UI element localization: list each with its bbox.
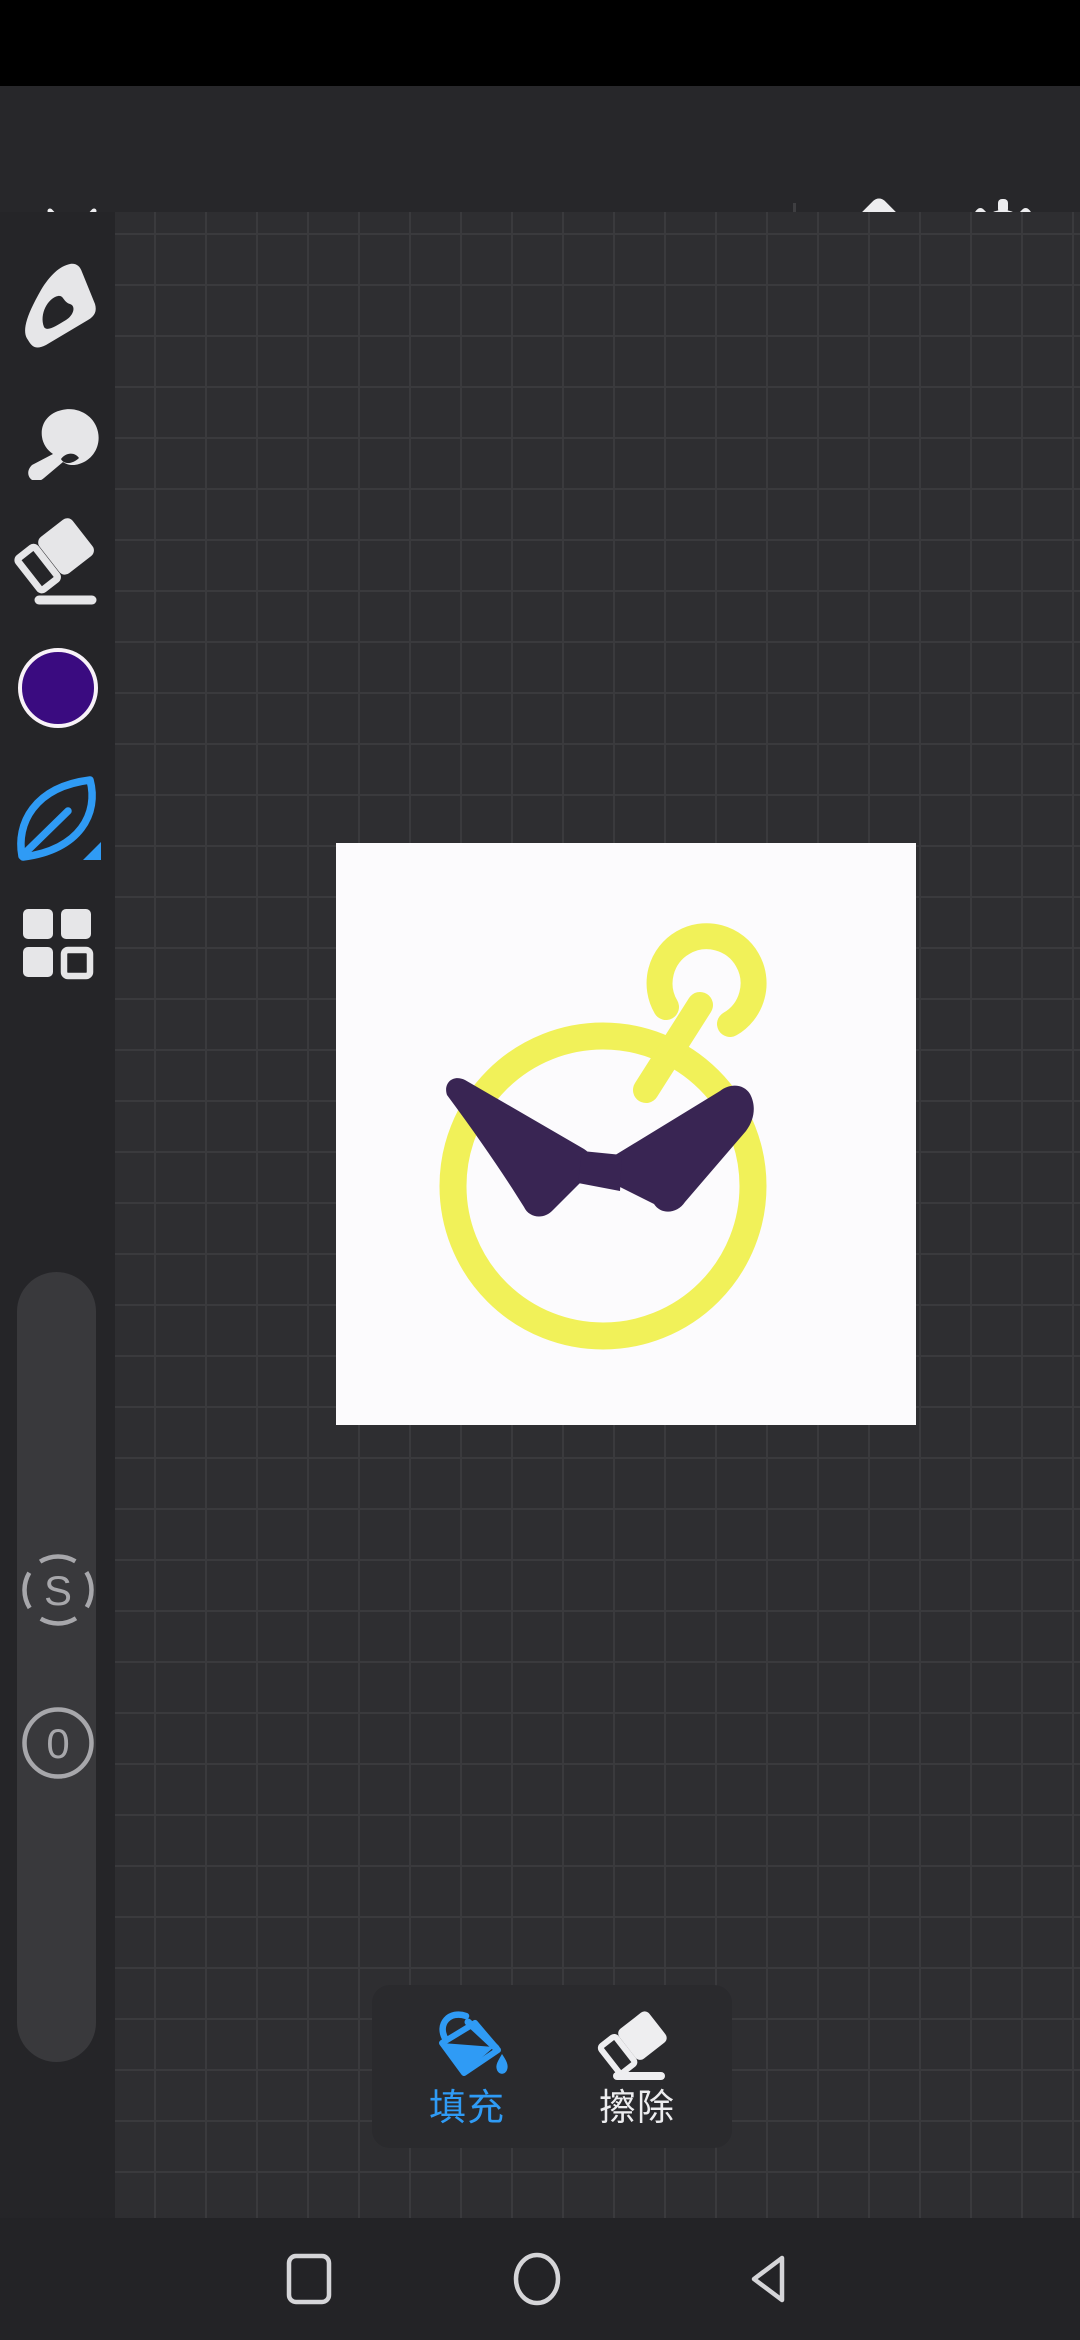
tool-options-corner-icon (83, 842, 101, 860)
stabilizer-label: S (44, 1567, 72, 1614)
eraser-mode-icon (597, 2010, 667, 2080)
back-button[interactable] (724, 2218, 812, 2340)
smudge-tool-button[interactable] (12, 380, 104, 480)
artwork-bowtie (446, 1078, 754, 1217)
size-slider-track[interactable] (17, 1272, 96, 2062)
smudge-finger-icon (28, 409, 99, 480)
paint-bucket-icon (439, 2010, 508, 2076)
eraser-icon (14, 518, 97, 605)
canvas-artwork (439, 923, 767, 1350)
fill-mode-button[interactable]: 填充 (392, 2006, 542, 2128)
erase-label: 擦除 (599, 2086, 675, 2128)
workspace: S 0 填充 擦除 (0, 212, 1080, 2218)
android-nav-bar (0, 2218, 1080, 2340)
fill-erase-panel: 填充 擦除 (372, 1985, 732, 2148)
eraser-tool-button[interactable] (12, 506, 104, 610)
back-triangle-icon (751, 2255, 785, 2303)
stabilizer-button[interactable]: S (18, 1550, 98, 1630)
grid-squares-icon (23, 909, 94, 980)
color-swatch[interactable] (18, 648, 98, 728)
value-button[interactable]: 0 (18, 1703, 98, 1783)
drawing-app-screen: S 0 填充 擦除 (0, 0, 1080, 2340)
drawing-canvas[interactable] (336, 843, 916, 1425)
pen-nib-icon (25, 263, 96, 348)
recents-square-icon (286, 2253, 332, 2305)
tool-sidebar: S 0 (0, 212, 115, 2218)
top-toolbar (0, 86, 1080, 273)
recents-button[interactable] (265, 2218, 353, 2340)
home-circle-icon (513, 2252, 561, 2306)
status-bar (0, 0, 1080, 86)
home-button[interactable] (493, 2218, 581, 2340)
value-label: 0 (46, 1720, 69, 1767)
fill-label: 填充 (429, 2086, 505, 2128)
erase-mode-button[interactable]: 擦除 (562, 2006, 712, 2128)
pen-tool-button[interactable] (12, 252, 104, 352)
pattern-grid-tool-button[interactable] (20, 906, 96, 982)
